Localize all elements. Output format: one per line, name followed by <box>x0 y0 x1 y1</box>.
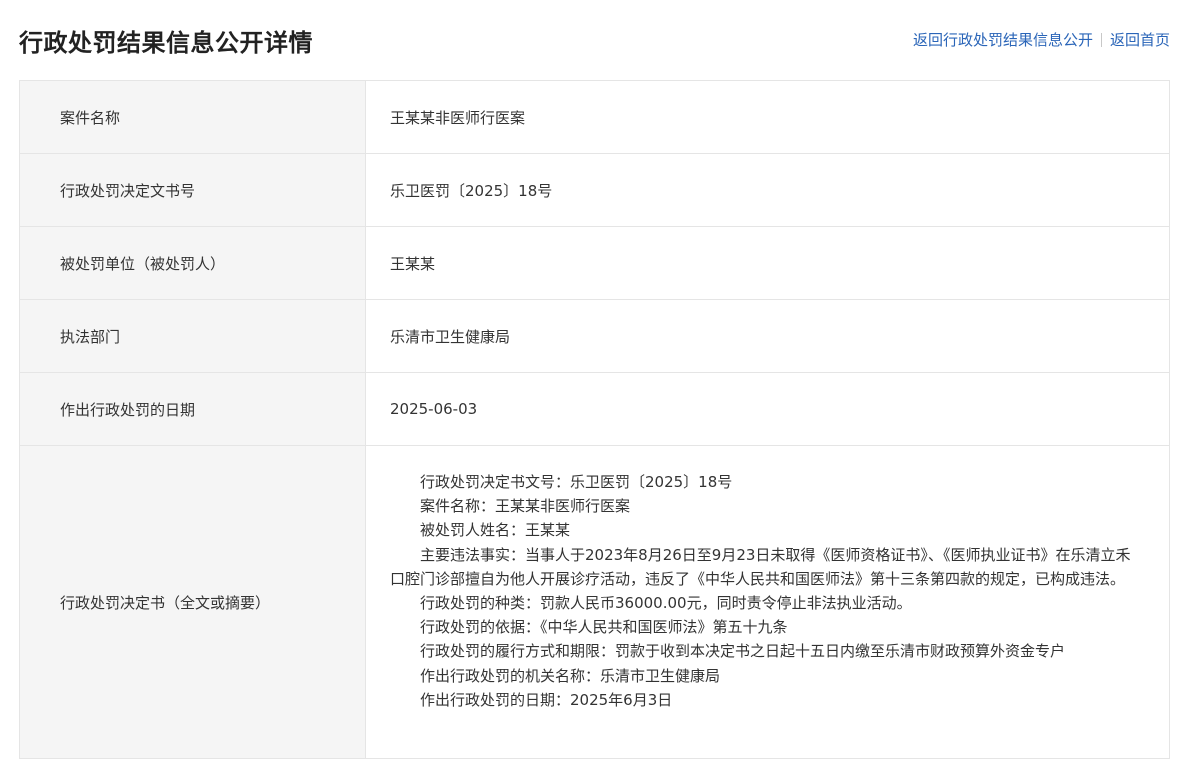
row-label: 被处罚单位（被处罚人） <box>20 227 366 299</box>
decision-paragraph: 主要违法事实：当事人于2023年8月26日至9月23日未取得《医师资格证书》、《… <box>390 545 1131 588</box>
decision-paragraph: 作出行政处罚的日期：2025年6月3日 <box>420 690 673 709</box>
row-value: 乐清市卫生健康局 <box>390 327 511 346</box>
row-label: 作出行政处罚的日期 <box>20 373 366 445</box>
detail-table: 案件名称 王某某非医师行医案 行政处罚决定文书号 乐卫医罚〔2025〕18号 被… <box>19 80 1170 759</box>
table-row-penalized-party: 被处罚单位（被处罚人） 王某某 <box>20 227 1169 300</box>
row-label: 行政处罚决定文书号 <box>20 154 366 226</box>
row-label: 案件名称 <box>20 81 366 153</box>
row-value: 王某某非医师行医案 <box>390 108 526 127</box>
row-value: 乐卫医罚〔2025〕18号 <box>390 181 553 200</box>
nav-divider <box>1100 32 1102 47</box>
decision-paragraph: 行政处罚的依据：《中华人民共和国医师法》第五十九条 <box>420 618 788 637</box>
table-row-case-name: 案件名称 王某某非医师行医案 <box>20 81 1169 154</box>
back-to-list-link[interactable]: 返回行政处罚结果信息公开 <box>913 29 1093 50</box>
table-row-decision-document: 行政处罚决定书（全文或摘要） 行政处罚决定书文号：乐卫医罚〔2025〕18号 案… <box>20 446 1169 758</box>
decision-paragraph: 作出行政处罚的机关名称：乐清市卫生健康局 <box>420 666 721 685</box>
decision-paragraph: 行政处罚的履行方式和期限：罚款于收到本决定书之日起十五日内缴至乐清市财政预算外资… <box>420 642 1066 661</box>
top-nav: 返回行政处罚结果信息公开 返回首页 <box>913 29 1170 50</box>
page-title: 行政处罚结果信息公开详情 <box>19 29 313 57</box>
decision-paragraph: 被处罚人姓名：王某某 <box>420 521 571 540</box>
row-label: 执法部门 <box>20 300 366 372</box>
row-value: 2025-06-03 <box>390 400 478 418</box>
back-to-home-link[interactable]: 返回首页 <box>1110 29 1170 50</box>
decision-paragraph: 行政处罚决定书文号：乐卫医罚〔2025〕18号 <box>420 473 733 491</box>
decision-paragraph: 行政处罚的种类：罚款人民币36000.00元，同时责令停止非法执业活动。 <box>420 594 912 613</box>
table-row-penalty-date: 作出行政处罚的日期 2025-06-03 <box>20 373 1169 446</box>
table-row-document-number: 行政处罚决定文书号 乐卫医罚〔2025〕18号 <box>20 154 1169 227</box>
decision-paragraph: 案件名称：王某某非医师行医案 <box>420 497 631 516</box>
decision-text: 行政处罚决定书文号：乐卫医罚〔2025〕18号 案件名称：王某某非医师行医案 被… <box>366 446 1169 758</box>
row-value: 王某某 <box>390 254 436 273</box>
page-header: 行政处罚结果信息公开详情 返回行政处罚结果信息公开 返回首页 <box>0 0 1200 80</box>
row-label: 行政处罚决定书（全文或摘要） <box>20 446 366 758</box>
table-row-enforcement-dept: 执法部门 乐清市卫生健康局 <box>20 300 1169 373</box>
